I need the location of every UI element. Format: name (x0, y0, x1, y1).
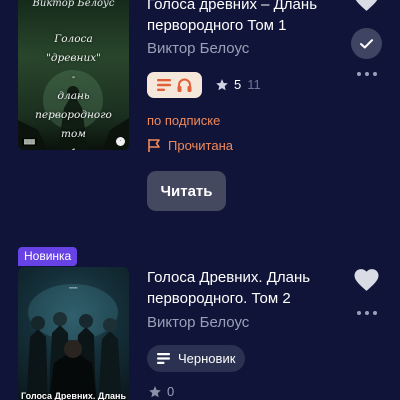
check-icon (360, 38, 373, 48)
rating-count: 11 (247, 77, 261, 92)
format-chip (147, 72, 202, 98)
text-icon (157, 79, 171, 91)
mark-read-button[interactable] (351, 28, 382, 59)
flag-icon (148, 139, 160, 152)
heart-icon[interactable] (353, 0, 380, 12)
rating-value: 0 (167, 384, 175, 399)
read-status-label: Прочитана (168, 138, 233, 153)
cover-title-text: Голоса Древних. Длань (20, 391, 127, 400)
rating-value: 5 (234, 77, 242, 92)
new-badge: Новинка (18, 247, 78, 266)
more-icon[interactable] (357, 71, 377, 77)
cover-author-text: Виктор Белоус (32, 0, 115, 9)
book-title[interactable]: Голоса Древних. Длань первородного. Том … (147, 267, 347, 309)
book-author[interactable]: Виктор Белоус (147, 314, 249, 331)
publisher-logo: ▓▓▓ (22, 138, 37, 146)
book-author[interactable]: Виктор Белоус (147, 40, 249, 57)
read-status: Прочитана (147, 138, 233, 153)
book-title[interactable]: Голоса древних – Длань первородного Том … (147, 0, 347, 36)
heart-icon[interactable] (353, 268, 380, 292)
subscription-label: по подписке (147, 113, 221, 128)
headphones-icon (177, 78, 192, 92)
star-icon (149, 385, 161, 397)
cover-title-text: Голоса "древних" - длань первородного то… (35, 33, 112, 150)
draft-chip: Черновик (147, 345, 246, 372)
draft-label: Черновик (178, 351, 236, 366)
text-icon (157, 353, 170, 364)
star-icon (216, 78, 228, 90)
rating: 0 (148, 384, 174, 399)
book-list-screen: Виктор Белоус Голоса "древних" - длань п… (0, 0, 400, 400)
book-cover[interactable]: ▪▪▪▪▪▪ Голоса Древних. Длань (18, 267, 129, 400)
read-button[interactable]: Читать (147, 171, 226, 211)
age-rating-badge: ◦ (116, 137, 125, 146)
cover-author-text: ▪▪▪▪▪▪ (69, 285, 78, 290)
book-card[interactable]: Виктор Белоус Голоса "древних" - длань п… (0, 0, 400, 220)
book-cover[interactable]: Виктор Белоус Голоса "древних" - длань п… (18, 0, 129, 150)
rating: 5 11 (215, 77, 261, 92)
book-card[interactable]: Новинка ▪▪▪▪▪▪ Голоса Древних. Длань Гол… (0, 247, 400, 400)
more-icon[interactable] (357, 310, 377, 316)
